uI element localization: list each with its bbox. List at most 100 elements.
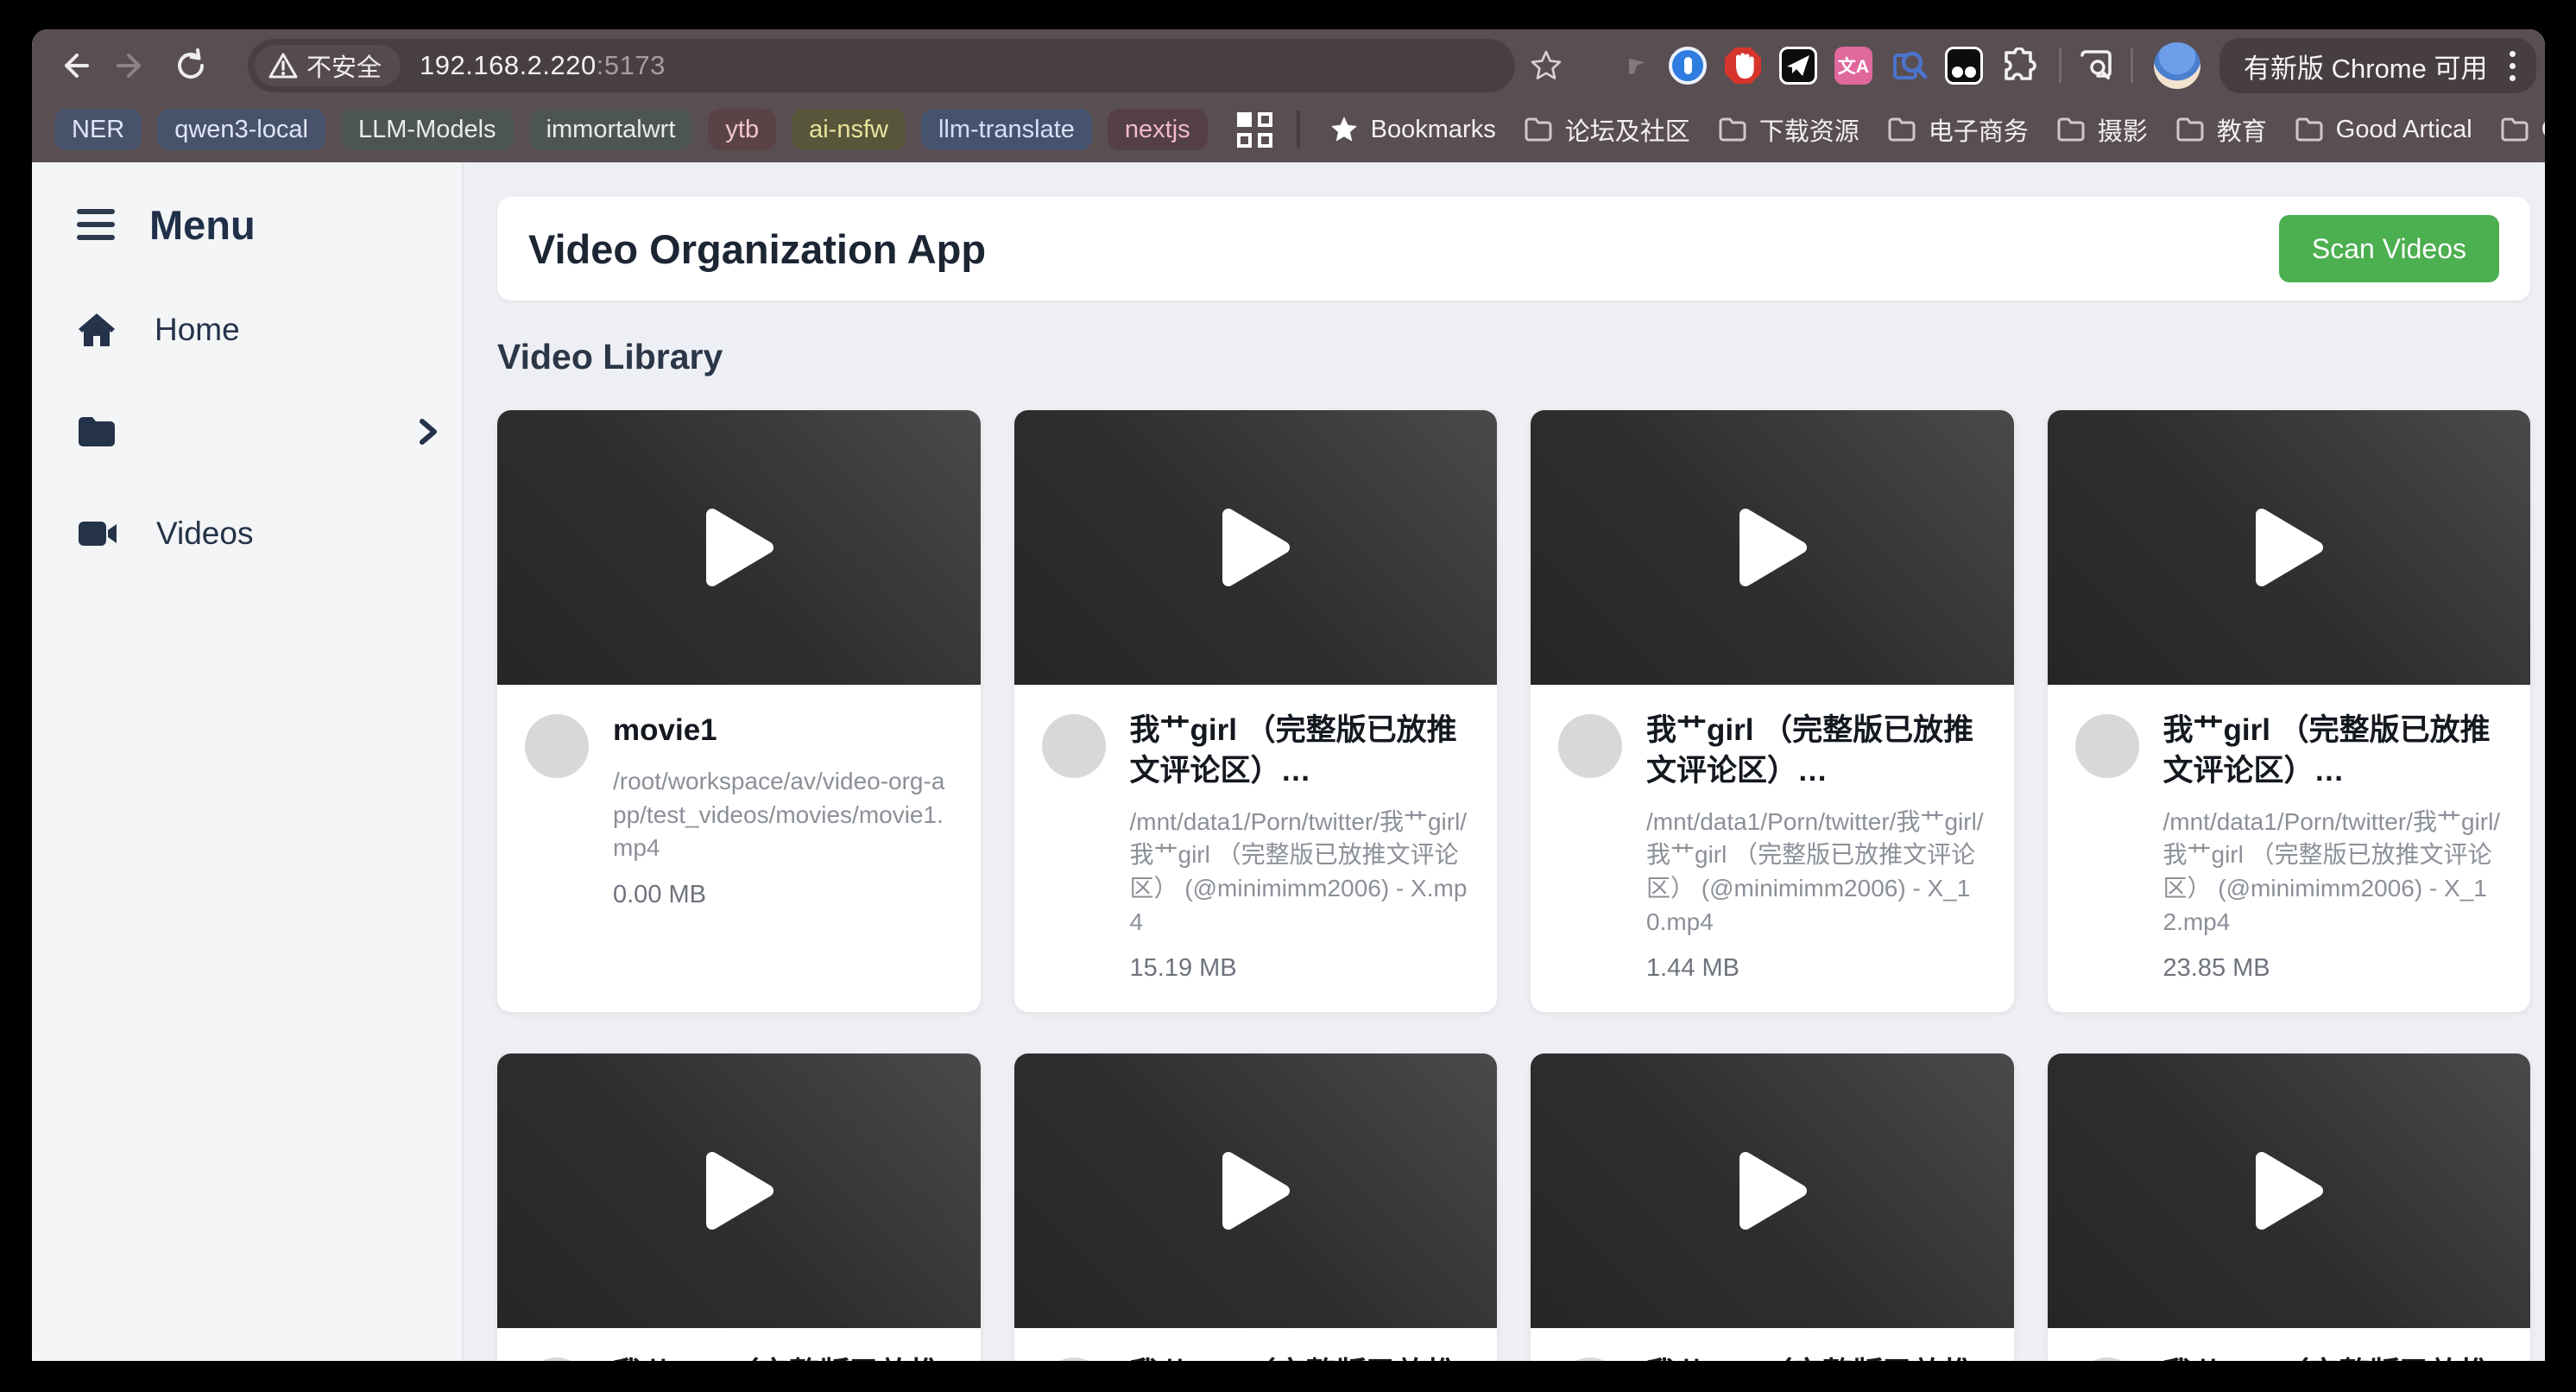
folder-label: 摄影 xyxy=(2098,111,2148,148)
sidebar-item-folder[interactable] xyxy=(77,408,462,456)
back-arrow-icon xyxy=(56,48,91,83)
folder-icon xyxy=(2500,117,2529,142)
apps-grid-icon[interactable] xyxy=(1237,112,1272,148)
folder-icon xyxy=(1887,117,1916,142)
scan-videos-button[interactable]: Scan Videos xyxy=(2279,215,2499,282)
video-card[interactable]: 我艹girl （完整版已放推文评论区） (@minimimm2006) - xyxy=(2048,1053,2531,1361)
chrome-update-menu-button[interactable]: 有新版 Chrome 可用 xyxy=(2219,38,2536,93)
bookmark-pill-qwen3-local[interactable]: qwen3-local xyxy=(157,109,325,150)
bookmark-label: immortalwrt xyxy=(546,116,676,144)
bookmark-folder-ecommerce[interactable]: 电子商务 xyxy=(1887,111,2029,148)
security-chip[interactable]: 不安全 xyxy=(255,45,401,86)
hamburger-icon[interactable] xyxy=(77,209,115,240)
menu-title: Menu xyxy=(149,201,256,249)
folder-icon xyxy=(2295,117,2324,142)
bookmark-label: ai-nsfw xyxy=(809,116,888,144)
ext-image-search-icon[interactable] xyxy=(1889,46,1929,85)
video-title: movie1 xyxy=(613,711,953,751)
video-card[interactable]: 我艹girl （完整版已放推文评论区） (@minimimm2006) - xyxy=(1014,1053,1498,1361)
folder-icon xyxy=(1524,117,1553,142)
video-size: 23.85 MB xyxy=(2163,954,2503,983)
video-thumbnail[interactable] xyxy=(497,410,981,685)
ext-adguard-icon[interactable] xyxy=(1723,46,1763,85)
bookmark-star-button[interactable] xyxy=(1524,43,1569,88)
video-card-body: 我艹girl （完整版已放推文评论区） (@minimimm2006) - /m… xyxy=(1531,685,2014,1012)
toolbar-divider xyxy=(2059,48,2061,83)
video-card-body: 我艹girl （完整版已放推文评论区） (@minimimm2006) - /m… xyxy=(1014,685,1498,1012)
bookmark-pill-ai-nsfw[interactable]: ai-nsfw xyxy=(792,109,906,150)
section-title: Video Library xyxy=(497,337,2530,377)
bookmark-label: LLM-Models xyxy=(358,116,496,144)
back-button[interactable] xyxy=(51,43,96,88)
video-thumbnail[interactable] xyxy=(2048,410,2531,685)
video-thumbnail[interactable] xyxy=(1014,1053,1498,1328)
video-thumbnail[interactable] xyxy=(1531,410,2014,685)
star-icon xyxy=(1530,49,1563,82)
avatar xyxy=(1558,714,1622,778)
folder-label: 下载资源 xyxy=(1759,111,1859,148)
bookmark-folder-photography[interactable]: 摄影 xyxy=(2056,111,2148,148)
play-icon xyxy=(2251,1149,2326,1232)
video-card-body: 我艹girl （完整版已放推文评论区） (@minimimm2006) - xyxy=(2048,1328,2531,1361)
video-thumbnail[interactable] xyxy=(1531,1053,2014,1328)
video-path: /mnt/data1/Porn/twitter/我艹girl/我艹girl （完… xyxy=(1646,806,1986,940)
bookmarks-folder-root[interactable]: Bookmarks xyxy=(1329,115,1496,144)
page-search-button[interactable] xyxy=(2074,43,2118,88)
reload-icon xyxy=(173,47,209,84)
extensions-puzzle-button[interactable] xyxy=(1999,46,2039,85)
ext-telegram-icon[interactable] xyxy=(1778,46,1818,85)
video-card[interactable]: 我艹girl （完整版已放推文评论区） (@minimimm2006) - /m… xyxy=(2048,410,2531,1012)
bookmark-folder-education[interactable]: 教育 xyxy=(2175,111,2267,148)
ext-dual-circles-icon[interactable] xyxy=(1944,46,1984,85)
bookmark-folder-downloads[interactable]: 下载资源 xyxy=(1718,111,1859,148)
page-title: Video Organization App xyxy=(528,225,986,273)
bookmark-pill-nextjs[interactable]: nextjs xyxy=(1108,109,1208,150)
video-thumbnail[interactable] xyxy=(497,1053,981,1328)
video-title: 我艹girl （完整版已放推文评论区） (@minimimm2006) - xyxy=(2163,711,2503,792)
video-size: 15.19 MB xyxy=(1130,954,1470,983)
folder-label: GFW xyxy=(2541,116,2545,144)
ext-translate-icon[interactable]: 文A xyxy=(1834,46,1873,85)
bookmark-label: llm-translate xyxy=(938,116,1075,144)
video-title: 我艹girl （完整版已放推文评论区） (@minimimm2006) - xyxy=(1130,1354,1470,1361)
video-card[interactable]: 我艹girl （完整版已放推文评论区） (@minimimm2006) - /m… xyxy=(1014,410,1498,1012)
sidebar-item-home[interactable]: Home xyxy=(77,306,462,354)
bookmark-pill-llm-models[interactable]: LLM-Models xyxy=(341,109,514,150)
forward-arrow-icon xyxy=(115,48,149,83)
forward-button[interactable] xyxy=(110,43,155,88)
bookmark-folder-good-artical[interactable]: Good Artical xyxy=(2295,116,2472,144)
video-card-text: 我艹girl （完整版已放推文评论区） (@minimimm2006) - xyxy=(1130,1354,1470,1361)
puzzle-icon xyxy=(2001,47,2037,84)
avatar xyxy=(1042,1357,1106,1361)
video-card[interactable]: 我艹girl （完整版已放推文评论区） (@minimimm2006) - xyxy=(1531,1053,2014,1361)
sidebar-item-videos[interactable]: Videos xyxy=(77,509,462,558)
video-card[interactable]: 我艹girl （完整版已放推文评论区） (@minimimm2006) - /m… xyxy=(1531,410,2014,1012)
video-card[interactable]: 我艹girl （完整版已放推文评论区） (@minimimm2006) - xyxy=(497,1053,981,1361)
folder-label: 论坛及社区 xyxy=(1565,111,1690,148)
bookmark-pill-immortalwrt[interactable]: immortalwrt xyxy=(529,109,693,150)
video-title: 我艹girl （完整版已放推文评论区） (@minimimm2006) - xyxy=(613,1354,953,1361)
home-icon xyxy=(77,312,117,348)
bookmark-pill-ner[interactable]: NER xyxy=(54,109,142,150)
folder-icon xyxy=(2056,117,2086,142)
video-path: /mnt/data1/Porn/twitter/我艹girl/我艹girl （完… xyxy=(1130,806,1470,940)
video-title: 我艹girl （完整版已放推文评论区） (@minimimm2006) - xyxy=(1646,1354,1986,1361)
bookmark-folder-gfw[interactable]: GFW xyxy=(2500,116,2545,144)
video-card-text: 我艹girl （完整版已放推文评论区） (@minimimm2006) - xyxy=(1646,1354,1986,1361)
bookmark-pill-ytb[interactable]: ytb xyxy=(708,109,776,150)
video-card-text: 我艹girl （完整版已放推文评论区） (@minimimm2006) - /m… xyxy=(1646,711,1986,983)
address-bar[interactable]: 不安全 192.168.2.220:5173 xyxy=(248,39,1515,92)
video-thumbnail[interactable] xyxy=(1014,410,1498,685)
bookmark-folder-forums[interactable]: 论坛及社区 xyxy=(1524,111,1690,148)
reload-button[interactable] xyxy=(168,43,213,88)
avatar xyxy=(2075,1357,2139,1361)
ext-1password-icon[interactable] xyxy=(1668,46,1708,85)
bookmark-pill-llm-translate[interactable]: llm-translate xyxy=(921,109,1092,150)
send-to-device-button[interactable] xyxy=(1615,43,1660,88)
video-card-text: movie1 /root/workspace/av/video-org-app/… xyxy=(613,711,953,909)
video-thumbnail[interactable] xyxy=(2048,1053,2531,1328)
page-content: Menu Home xyxy=(32,162,2545,1361)
profile-avatar[interactable] xyxy=(2154,42,2200,89)
video-card[interactable]: movie1 /root/workspace/av/video-org-app/… xyxy=(497,410,981,1012)
video-title: 我艹girl （完整版已放推文评论区） (@minimimm2006) - xyxy=(1130,711,1470,792)
